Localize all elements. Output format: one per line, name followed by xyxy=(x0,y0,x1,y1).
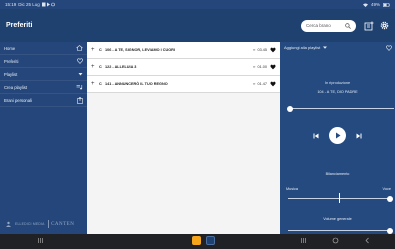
chevron-down-icon xyxy=(78,73,83,76)
pinned-apps xyxy=(192,236,215,245)
favorite-heart-icon[interactable] xyxy=(386,45,392,51)
song-title: 141 - ANNUNCERÒ IL TUO REGNO xyxy=(105,82,168,86)
canten-app-icon[interactable] xyxy=(206,236,215,245)
home-button-icon[interactable] xyxy=(332,237,339,244)
volume-track[interactable] xyxy=(288,230,391,231)
song-title: 106 - A TE, SIGNOR, LEVIAMO I CUORI xyxy=(105,48,175,52)
progress-slider-handle[interactable] xyxy=(287,105,293,112)
heart-filled-icon[interactable] xyxy=(270,47,276,53)
page-title: Preferiti xyxy=(6,22,33,29)
heart-filled-icon[interactable] xyxy=(270,81,276,87)
volume-label: Volume generale xyxy=(323,217,352,221)
waveform-icon: ≋ xyxy=(252,82,256,86)
sidebar-item-playlist[interactable]: Playlist xyxy=(0,68,87,81)
sidebar-item-preferiti[interactable]: Preferiti xyxy=(0,55,87,68)
wifi-icon xyxy=(362,3,368,7)
song-row[interactable]: + C 106 - A TE, SIGNOR, LEVIAMO I CUORI … xyxy=(87,42,280,59)
play-icon xyxy=(335,132,340,139)
song-duration-group: ≋ 01.47 xyxy=(253,82,267,86)
sidebar-item-label: Brani personali xyxy=(4,97,32,103)
sidebar-item-home[interactable]: Home xyxy=(0,42,87,55)
previous-icon[interactable] xyxy=(313,133,319,139)
home-icon xyxy=(76,45,83,51)
status-date: Dic 25 Lug xyxy=(18,2,40,7)
sidebar: Home Preferiti Playlist Crea playlist Br… xyxy=(0,42,87,234)
brand-right-text: CANTEN xyxy=(51,221,75,227)
brand-divider xyxy=(47,220,49,228)
sidebar-item-label: Preferiti xyxy=(4,58,19,64)
search-input[interactable]: Cerca brano xyxy=(301,19,356,32)
balance-center-marker xyxy=(339,193,340,203)
volume-slider-handle[interactable] xyxy=(387,227,393,234)
battery-level: 49% xyxy=(370,2,380,7)
sidebar-item-brani-personali[interactable]: Brani personali xyxy=(0,94,87,107)
heart-filled-icon[interactable] xyxy=(270,64,276,70)
progress-track[interactable] xyxy=(290,108,394,109)
add-song-button[interactable]: + xyxy=(91,47,99,53)
voice-label: Voce xyxy=(382,187,391,191)
waveform-icon: ≋ xyxy=(252,48,256,52)
chevron-down-icon xyxy=(323,46,328,49)
song-duration-group: ≋ 01.00 xyxy=(253,65,267,69)
add-song-button[interactable]: + xyxy=(91,64,99,70)
song-title: 122 - ALLELUIA 3 xyxy=(105,65,137,69)
sidebar-item-label: Crea playlist xyxy=(4,84,28,90)
now-playing-label: In riproduzione xyxy=(324,81,351,85)
status-time-group: 15:19 Dic 25 Lug xyxy=(5,2,56,7)
song-duration-group: ≋ 03.45 xyxy=(253,48,267,52)
header-actions xyxy=(364,21,389,31)
song-duration: 01.00 xyxy=(257,65,267,69)
recents-icon[interactable] xyxy=(300,237,307,244)
next-icon[interactable] xyxy=(356,133,362,139)
add-to-playlist-label: Aggiungi alla playlist xyxy=(284,45,321,50)
status-bar: 15:19 Dic 25 Lug 49% xyxy=(0,0,395,9)
add-song-button[interactable]: + xyxy=(91,81,99,87)
playback-controls xyxy=(280,127,395,144)
sidebar-item-label: Home xyxy=(4,45,16,51)
play-button[interactable] xyxy=(329,127,346,144)
song-row[interactable]: + C 122 - ALLELUIA 3 ≋ 01.00 xyxy=(87,59,280,76)
back-icon[interactable] xyxy=(364,237,371,244)
sidebar-item-label: Playlist xyxy=(4,71,18,77)
now-playing-song: 104 - A TE, DIO PADRE xyxy=(317,90,358,94)
waveform-icon: ≋ xyxy=(252,65,256,69)
status-time: 15:19 xyxy=(5,2,17,7)
app-header: Preferiti Cerca brano xyxy=(0,9,395,42)
song-row[interactable]: + C 141 - ANNUNCERÒ IL TUO REGNO ≋ 01.47 xyxy=(87,76,280,93)
brand-footer: ELLEDICI MEDIA CANTEN xyxy=(5,220,74,228)
balance-label: Bilanciamento xyxy=(325,172,350,176)
battery-icon xyxy=(383,2,390,7)
add-to-playlist-dropdown[interactable]: Aggiungi alla playlist xyxy=(284,45,328,50)
system-buttons xyxy=(300,237,371,244)
taskbar-menu-icon[interactable] xyxy=(37,237,44,244)
sidebar-item-crea-playlist[interactable]: Crea playlist xyxy=(0,81,87,94)
system-nav-bar xyxy=(0,234,395,249)
player-panel: Aggiungi alla playlist In riproduzione 1… xyxy=(280,42,395,234)
notification-icons xyxy=(41,2,55,7)
song-duration: 03.45 xyxy=(257,48,267,52)
files-app-icon[interactable] xyxy=(192,236,201,245)
elledici-logo-icon xyxy=(6,221,11,227)
brand-left-text: ELLEDICI MEDIA xyxy=(15,222,45,226)
status-right: 49% xyxy=(362,2,390,7)
search-icon[interactable] xyxy=(345,22,351,29)
gear-icon[interactable] xyxy=(380,21,389,30)
music-label: Musica xyxy=(286,187,299,191)
playlist-add-header-icon[interactable] xyxy=(364,21,374,31)
search-placeholder: Cerca brano xyxy=(306,23,331,28)
playlist-add-icon xyxy=(76,85,83,90)
song-duration: 01.47 xyxy=(257,82,267,86)
heart-icon xyxy=(77,58,83,64)
song-list: + C 106 - A TE, SIGNOR, LEVIAMO I CUORI … xyxy=(87,42,280,234)
balance-slider-handle[interactable] xyxy=(387,195,393,202)
upload-icon xyxy=(77,96,83,104)
